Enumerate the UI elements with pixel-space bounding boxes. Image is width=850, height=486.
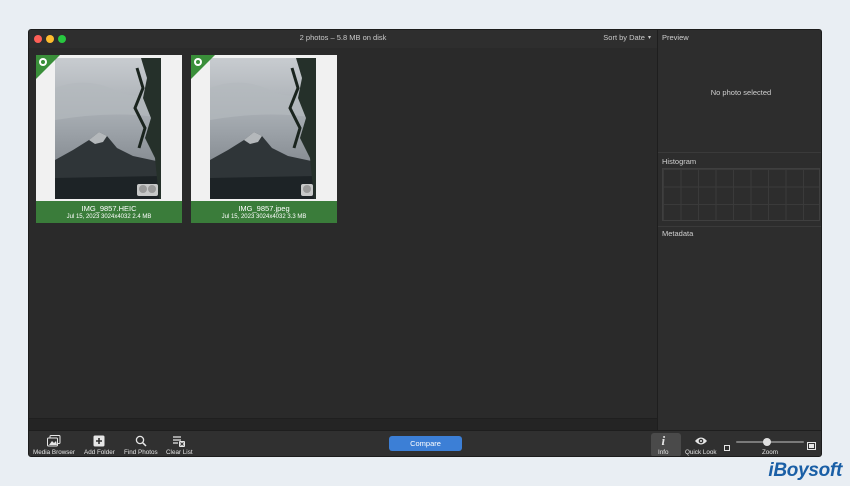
bottom-toolbar: Media Browser Add Folder Find Photos Cle… xyxy=(29,430,821,457)
histogram-chart xyxy=(662,168,820,221)
photo-name: IMG_9857.jpeg xyxy=(238,204,290,213)
photo-name: IMG_9857.HEIC xyxy=(81,204,137,213)
media-browser-label: Media Browser xyxy=(33,449,75,456)
zoom-control: Zoom xyxy=(724,435,816,456)
find-photos-button[interactable]: Find Photos xyxy=(124,434,158,456)
info-label: Info xyxy=(658,449,669,456)
clear-list-icon xyxy=(172,434,186,448)
zoom-slider[interactable] xyxy=(736,438,804,446)
photo-meta: Jul 15, 2023 3024x4032 3.3 MB xyxy=(221,214,307,220)
zoom-label: Zoom xyxy=(761,449,779,456)
inspector-sidebar: Preview No photo selected Histogram Meta… xyxy=(657,30,821,430)
mountain-photo-image xyxy=(210,58,316,199)
photo-thumbnail xyxy=(210,58,316,199)
photo-caption: IMG_9857.jpeg Jul 15, 2023 3024x4032 3.3… xyxy=(191,201,337,223)
window-title: 2 photos – 5.8 MB on disk xyxy=(299,33,387,42)
clear-list-label: Clear List xyxy=(166,449,193,456)
format-badge xyxy=(137,184,158,196)
add-icon xyxy=(93,434,105,448)
metadata-title: Metadata xyxy=(662,229,694,238)
photo-card[interactable]: IMG_9857.HEIC Jul 15, 2023 3024x4032 2.4… xyxy=(36,55,182,223)
clear-list-button[interactable]: Clear List xyxy=(166,434,193,456)
quick-look-button[interactable]: Quick Look xyxy=(685,434,717,456)
title-bar: 2 photos – 5.8 MB on disk Sort by Date ▾ xyxy=(29,30,657,48)
compare-button[interactable]: Compare xyxy=(389,436,462,451)
photo-card[interactable]: IMG_9857.jpeg Jul 15, 2023 3024x4032 3.3… xyxy=(191,55,337,223)
app-window: 2 photos – 5.8 MB on disk Sort by Date ▾ xyxy=(28,29,822,457)
photo-grid: IMG_9857.HEIC Jul 15, 2023 3024x4032 2.4… xyxy=(29,48,657,418)
keeper-corner-icon xyxy=(36,55,60,79)
preview-area: No photo selected xyxy=(658,44,821,153)
histogram-title: Histogram xyxy=(662,157,697,166)
mountain-photo-image xyxy=(55,58,161,199)
eye-icon xyxy=(694,434,708,448)
brand-watermark: iBoysoft xyxy=(768,460,842,481)
preview-title: Preview xyxy=(662,33,689,42)
info-button[interactable]: i Info xyxy=(658,433,669,457)
photo-meta: Jul 15, 2023 3024x4032 2.4 MB xyxy=(66,214,152,220)
search-icon xyxy=(135,434,147,448)
media-browser-button[interactable]: Media Browser xyxy=(33,434,75,456)
find-photos-label: Find Photos xyxy=(124,449,158,456)
quick-look-label: Quick Look xyxy=(685,449,717,456)
no-photo-message: No photo selected xyxy=(710,88,772,97)
info-icon: i xyxy=(661,433,666,448)
photo-thumbnail xyxy=(55,58,161,199)
divider xyxy=(658,226,821,227)
keeper-corner-icon xyxy=(191,55,215,79)
sort-label: Sort by Date xyxy=(603,33,645,42)
zoom-slider-thumb[interactable] xyxy=(762,438,771,446)
chevron-down-icon: ▾ xyxy=(647,35,651,41)
photo-caption: IMG_9857.HEIC Jul 15, 2023 3024x4032 2.4… xyxy=(36,201,182,223)
media-browser-icon xyxy=(47,434,61,448)
format-badge xyxy=(301,184,313,196)
add-folder-button[interactable]: Add Folder xyxy=(84,434,115,456)
add-folder-label: Add Folder xyxy=(84,449,115,456)
sort-dropdown[interactable]: Sort by Date ▾ xyxy=(603,33,651,42)
